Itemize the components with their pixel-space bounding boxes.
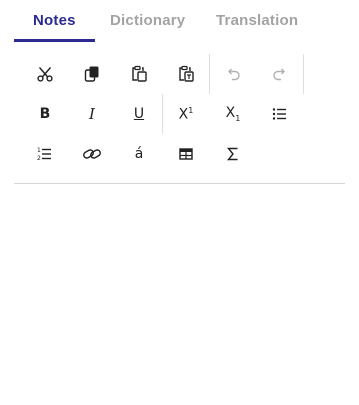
active-tab-indicator (14, 39, 95, 42)
tab-notes[interactable]: Notes (33, 12, 76, 32)
copy-icon (84, 66, 99, 82)
link-icon (83, 149, 101, 159)
subscript-icon: X1 (226, 105, 241, 123)
subscript-button[interactable]: X1 (210, 94, 256, 134)
editor-toolbar: B I U X1 X1 1 2 á (20, 54, 320, 174)
tab-dictionary[interactable]: Dictionary (110, 12, 185, 32)
undo-icon (228, 68, 240, 81)
redo-button[interactable] (257, 54, 303, 94)
superscript-mark: 1 (188, 105, 194, 115)
table-icon (179, 148, 193, 160)
special-character-button[interactable]: á (116, 134, 162, 174)
italic-icon: I (89, 105, 95, 123)
bulleted-list-button[interactable] (257, 94, 303, 134)
subscript-mark: 1 (235, 113, 241, 123)
notes-editor[interactable] (14, 184, 345, 399)
special-character-icon: á (134, 146, 144, 162)
cut-button[interactable] (22, 54, 68, 94)
superscript-button[interactable]: X1 (163, 94, 209, 134)
tab-translation[interactable]: Translation (216, 12, 298, 32)
svg-text:2: 2 (37, 155, 41, 162)
bulleted-list-icon (272, 108, 286, 120)
italic-button[interactable]: I (69, 94, 115, 134)
numbered-list-icon: 1 2 (37, 147, 51, 162)
copy-button[interactable] (69, 54, 115, 94)
scissors-icon (37, 67, 53, 82)
sigma-icon (227, 147, 238, 161)
paste-button[interactable] (116, 54, 162, 94)
bold-button[interactable]: B (22, 94, 68, 134)
numbered-list-button[interactable]: 1 2 (22, 134, 68, 174)
redo-icon (273, 68, 285, 81)
undo-button[interactable] (210, 54, 256, 94)
paste-icon (132, 65, 147, 82)
paste-text-icon (179, 65, 194, 82)
insert-formula-button[interactable] (210, 134, 256, 174)
svg-text:1: 1 (37, 147, 41, 154)
toolbar-separator (303, 54, 304, 94)
superscript-icon: X1 (179, 106, 194, 123)
link-button[interactable] (69, 134, 115, 174)
insert-table-button[interactable] (163, 134, 209, 174)
underline-button[interactable]: U (116, 94, 162, 134)
bold-icon: B (39, 106, 51, 122)
paste-text-button[interactable] (163, 54, 209, 94)
tab-bar: Notes Dictionary Translation (14, 0, 334, 44)
subscript-base: X (225, 105, 236, 122)
underline-icon: U (133, 106, 145, 122)
superscript-base: X (178, 106, 189, 123)
